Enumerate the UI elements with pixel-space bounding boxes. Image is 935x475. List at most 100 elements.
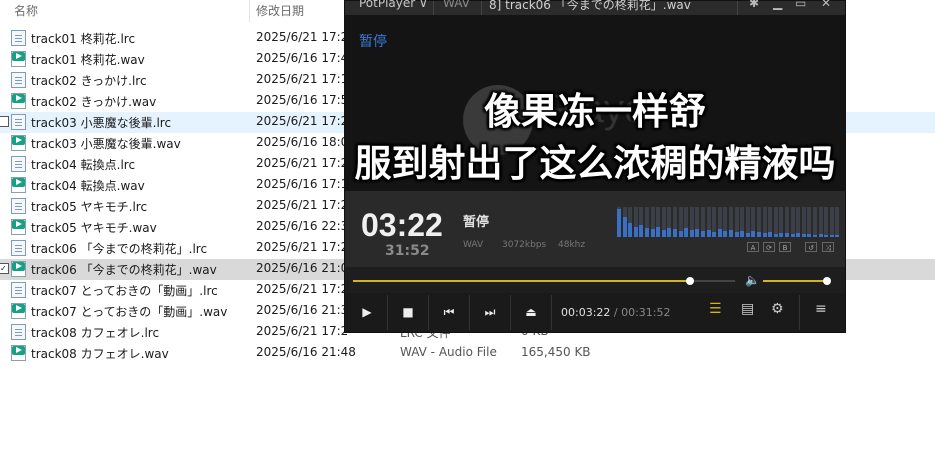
column-name-header[interactable]: 名称 [14, 2, 38, 19]
time-readout-current: 00:03:22 [561, 306, 611, 319]
spectrum-bar [701, 231, 705, 237]
title-bar[interactable]: PotPlayer ∨ WAV 8] track06 「今までの柊莉花」.wav… [345, 0, 845, 15]
row-checkbox[interactable]: ✓ [0, 263, 9, 274]
audio-file-icon [11, 219, 26, 235]
spectrum-bar-bg [801, 207, 806, 237]
next-icon[interactable]: ⏭ [474, 301, 506, 323]
file-name: track06 「今までの柊莉花」.lrc [31, 242, 208, 256]
subtitle-line-1: 像果冻一样舒 [484, 90, 706, 133]
spectrum-bar-bg [813, 207, 817, 237]
spectrum-bar [673, 229, 677, 237]
total-time[interactable]: 31:52 [385, 243, 430, 259]
loop-icon[interactable]: ↺ [805, 242, 817, 252]
spectrum-bar [723, 231, 728, 237]
file-date: 2025/6/16 21:48 [256, 345, 356, 359]
text-file-icon [11, 282, 26, 298]
spectrum-bar [717, 229, 722, 237]
file-name: track05 ヤキモチ.wav [31, 221, 157, 235]
file-date: 2025/6/21 17:2 [256, 282, 349, 296]
text-file-icon [11, 72, 26, 88]
spectrum-bar [796, 233, 801, 237]
play-state-label: 暂停 [463, 215, 490, 230]
app-menu-button[interactable]: PotPlayer ∨ [359, 0, 428, 10]
format-label: WAV [463, 240, 484, 250]
volume-handle[interactable] [823, 277, 831, 285]
playlist-search-icon[interactable]: ☰ [709, 301, 722, 317]
seek-bar-progress[interactable] [353, 280, 693, 282]
file-date: 2025/6/16 17:5 [256, 93, 349, 107]
file-name: track04 転換点.wav [31, 179, 145, 193]
file-name: track05 ヤキモチ.lrc [31, 200, 148, 214]
file-date: 2025/6/16 17:4 [256, 51, 349, 65]
stop-icon[interactable]: ■ [392, 301, 424, 323]
seek-handle[interactable] [686, 277, 694, 285]
spectrum-bar [740, 231, 745, 237]
file-name: track07 とっておきの「動画」.wav [31, 305, 228, 319]
a-b-repeat-button[interactable]: A [747, 242, 759, 252]
spectrum-bar [678, 231, 683, 237]
audio-file-icon [11, 177, 26, 193]
spectrum-bar-bg [829, 207, 834, 237]
menu-icon[interactable]: ≡ [815, 301, 827, 317]
spectrum-bar [645, 228, 649, 237]
play-icon[interactable]: ▶ [351, 301, 383, 323]
spectrum-bar [689, 230, 694, 237]
bitrate-label: 3072kbps [502, 240, 547, 250]
volume-slider[interactable] [763, 280, 827, 282]
spectrum-bar [639, 225, 644, 237]
audio-file-icon [11, 303, 26, 319]
text-file-icon [11, 198, 26, 214]
close-icon[interactable]: ✕ [821, 0, 831, 10]
window-title: 8] track06 「今までの柊莉花」.wav [489, 0, 691, 12]
potplayer-window: PotPlayer ∨ WAV 8] track06 「今までの柊莉花」.wav… [344, 0, 846, 333]
file-date: 2025/6/21 17:2 [256, 114, 349, 128]
file-name: track06 「今までの柊莉花」.wav [31, 263, 217, 277]
current-time[interactable]: 03:22 [361, 207, 443, 244]
text-file-icon [11, 324, 26, 340]
file-name: track03 小悪魔な後輩.lrc [31, 116, 172, 130]
eject-icon[interactable]: ⏏ [515, 301, 547, 323]
audio-file-icon [11, 93, 26, 109]
control-bar: ▶ ■ ⏮ ⏭ ⏏ 00:03:22 / 00:31:52 ☰ ▤ ⚙ ≡ [345, 293, 845, 332]
file-size: 165,450 KB [521, 345, 591, 359]
pin-icon[interactable]: ✱ [749, 0, 759, 10]
spectrum-bar-bg [835, 207, 840, 237]
spectrum-bar-bg [824, 207, 829, 237]
document-icon[interactable]: ▤ [741, 301, 754, 317]
repeat-icon[interactable]: ⟳ [763, 242, 775, 252]
spectrum-bar [773, 234, 778, 237]
spectrum-bar [656, 227, 661, 237]
time-readout[interactable]: 00:03:22 / 00:31:52 [561, 306, 671, 319]
file-name: track04 転換点.lrc [31, 158, 136, 172]
b-button[interactable]: B [779, 242, 791, 252]
file-name: track08 カフェオレ.lrc [31, 326, 160, 340]
spectrum-bar [706, 230, 711, 237]
column-date-header[interactable]: 修改日期 [256, 2, 304, 19]
pause-status-tag: 暂停 [359, 34, 387, 50]
title-divider [433, 1, 434, 15]
seek-bar-track[interactable] [693, 280, 735, 282]
minimize-icon[interactable]: ▁ [773, 0, 782, 10]
spectrum-bar [813, 235, 817, 237]
video-area[interactable]: 暂停 tPlayer 像果冻一样舒 服到射出了这么浓稠的精液吗 [345, 15, 845, 191]
spectrum-bar [757, 232, 761, 237]
volume-icon[interactable]: 🔈 [745, 273, 760, 287]
spectrum-bar [807, 234, 812, 237]
file-row[interactable]: track08 カフェオレ.wav 2025/6/16 21:48 WAV - Au… [0, 343, 935, 364]
format-tab[interactable]: WAV [443, 0, 470, 10]
file-date: 2025/6/16 22:3 [256, 219, 349, 233]
row-checkbox[interactable] [0, 116, 9, 127]
audio-file-icon [11, 345, 26, 361]
file-date: 2025/6/16 21:0 [256, 261, 349, 275]
time-readout-total: / 00:31:52 [613, 306, 671, 319]
maximize-icon[interactable]: ▭ [795, 0, 806, 10]
column-divider[interactable] [249, 0, 250, 22]
spectrum-bar [617, 209, 621, 237]
control-divider [799, 295, 800, 330]
previous-icon[interactable]: ⏮ [433, 301, 465, 323]
spectrum-bar [829, 235, 834, 237]
text-file-icon [11, 156, 26, 172]
shuffle-icon[interactable]: ⤨ [822, 242, 834, 252]
gear-icon[interactable]: ⚙ [771, 301, 784, 317]
control-divider [428, 295, 429, 330]
